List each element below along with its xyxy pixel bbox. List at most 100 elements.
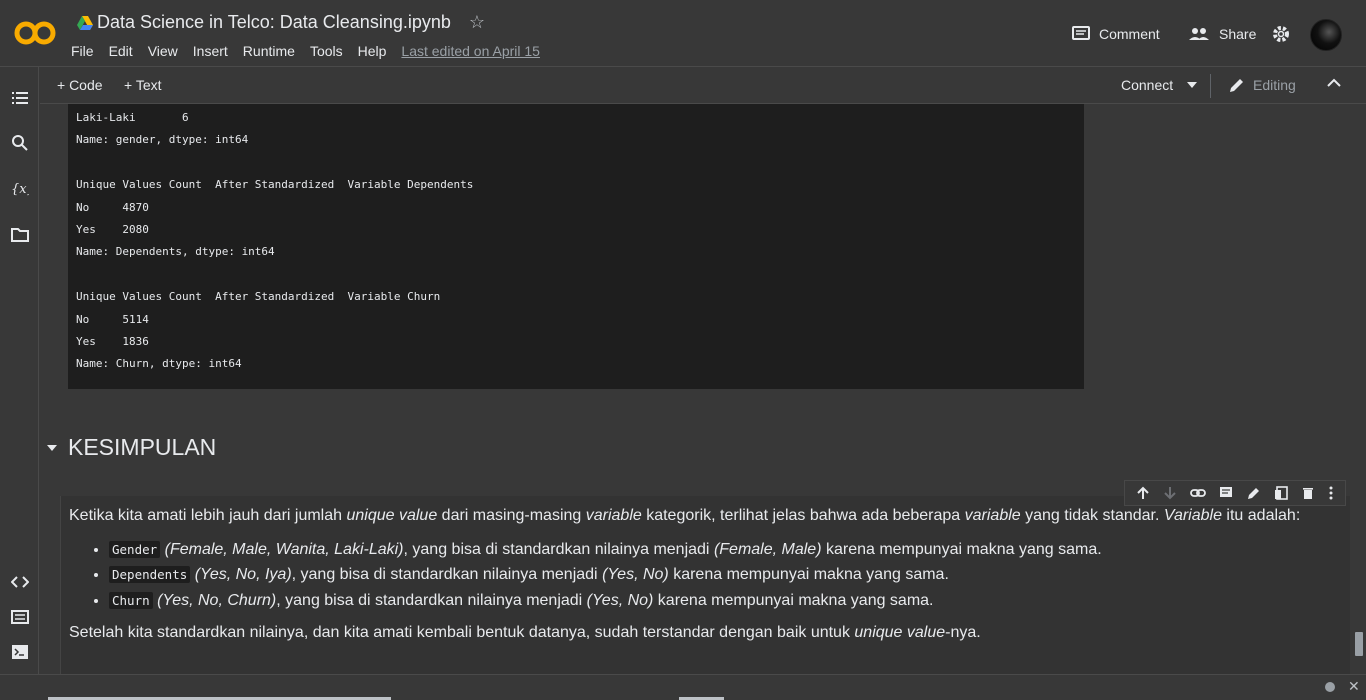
paragraph-intro: Ketika kita amati lebih jauh dari jumlah… [69, 504, 1342, 529]
comment-button[interactable]: Comment [1072, 26, 1160, 42]
text-run: kategorik, terlihat jelas bahwa ada bebe… [641, 507, 965, 524]
chevron-up-icon[interactable] [1327, 78, 1341, 88]
connect-button[interactable]: Connect [1121, 77, 1198, 93]
left-rail: {x} [0, 67, 39, 674]
inline-code: Gender [109, 540, 161, 558]
inline-code: Churn [109, 591, 153, 609]
variables-icon[interactable]: {x} [11, 179, 29, 197]
command-palette-icon[interactable] [11, 608, 29, 626]
output-line: Laki-Laki 6 [76, 111, 189, 124]
pencil-icon [1230, 79, 1243, 92]
chevron-down-icon[interactable] [1187, 82, 1198, 88]
toolbar-divider [1210, 74, 1211, 98]
scrollbar-thumb[interactable] [1355, 632, 1363, 656]
text-run-italic: (Female, Male) [713, 540, 822, 558]
cell-toolbar [1124, 480, 1346, 506]
comment-icon [1072, 26, 1090, 40]
text-run-italic: (Yes, No) [586, 591, 654, 609]
connect-label: Connect [1121, 77, 1174, 93]
text-run: , yang bisa di standardkan nilainya menj… [276, 591, 587, 609]
section-header: KESIMPULAN [46, 434, 216, 461]
list-item: Dependents (Yes, No, Iya), yang bisa di … [109, 562, 1342, 588]
star-icon[interactable]: ☆ [469, 12, 485, 33]
notebook-content: Laki-Laki 6 Name: gender, dtype: int64 U… [40, 104, 1366, 674]
more-vert-icon[interactable] [1328, 486, 1334, 500]
text-run: yang tidak standar. [1020, 507, 1164, 524]
share-button[interactable]: Share [1188, 26, 1256, 42]
terminal-icon[interactable] [11, 643, 29, 661]
text-run: karena mempunyai makna yang sama. [653, 591, 934, 609]
output-line: Name: Churn, dtype: int64 [76, 357, 242, 371]
menu-edit[interactable]: Edit [109, 43, 133, 59]
svg-text:{x}: {x} [11, 182, 29, 197]
menu-insert[interactable]: Insert [193, 43, 228, 59]
output-line: No 4870 [76, 200, 149, 214]
text-run-italic: unique value [346, 507, 438, 524]
text-cell[interactable]: Ketika kita amati lebih jauh dari jumlah… [60, 496, 1350, 674]
text-run: -nya. [945, 624, 981, 641]
section-heading: KESIMPULAN [68, 434, 217, 460]
status-bar: ✕ [0, 674, 1366, 700]
scrollbar-track[interactable] [1352, 104, 1366, 674]
edit-icon[interactable] [1247, 486, 1261, 500]
add-text-button[interactable]: + Text [124, 77, 162, 93]
move-down-icon[interactable] [1163, 486, 1177, 500]
close-icon[interactable]: ✕ [1348, 678, 1360, 695]
files-icon[interactable] [11, 226, 29, 244]
cell-output: Laki-Laki 6 Name: gender, dtype: int64 U… [68, 104, 1084, 389]
text-run: dari masing-masing [437, 507, 586, 524]
last-edited-link[interactable]: Last edited on April 15 [401, 43, 540, 59]
text-run-italic: variable [964, 507, 1021, 524]
add-code-button[interactable]: + Code [57, 77, 103, 93]
text-run-italic: (Yes, No) [602, 566, 669, 583]
colab-logo[interactable] [14, 19, 56, 47]
notebook-title[interactable]: Data Science in Telco: Data Cleansing.ip… [97, 12, 451, 33]
text-run: Setelah kita standardkan nilainya, dan k… [69, 624, 855, 641]
notebook-toolbar: + Code + Text Connect Editing [40, 67, 1366, 104]
list-item: Gender (Female, Male, Wanita, Laki-Laki)… [109, 537, 1342, 563]
text-run: itu adalah: [1221, 507, 1301, 524]
menu-help[interactable]: Help [358, 43, 387, 59]
text-run-italic: (Female, Male, Wanita, Laki-Laki) [164, 540, 404, 558]
menu-view[interactable]: View [148, 43, 178, 59]
text-run-italic: Variable [1163, 507, 1222, 524]
output-line: Name: Dependents, dtype: int64 [76, 245, 275, 259]
output-line: Name: gender, dtype: int64 [76, 133, 249, 147]
section-collapse-caret-icon[interactable] [46, 442, 58, 454]
editing-mode-button[interactable]: Editing [1229, 77, 1296, 93]
menu-file[interactable]: File [71, 43, 94, 59]
table-of-contents-icon[interactable] [11, 89, 29, 107]
output-line: No 5114 [76, 312, 149, 326]
code-snippets-icon[interactable] [11, 573, 29, 591]
text-run: karena mempunyai makna yang sama. [668, 566, 949, 583]
link-icon[interactable] [1190, 486, 1207, 500]
comment-label: Comment [1099, 26, 1160, 42]
text-run: Ketika kita amati lebih jauh dari jumlah [69, 507, 347, 524]
text-run: , yang bisa di standardkan nilainya menj… [291, 566, 603, 583]
google-drive-icon[interactable] [77, 15, 93, 30]
status-indicator-icon[interactable] [1325, 682, 1335, 692]
app-header: Data Science in Telco: Data Cleansing.ip… [0, 0, 1366, 67]
search-icon[interactable] [11, 134, 29, 152]
settings-gear-icon[interactable] [1271, 24, 1291, 44]
text-run: , yang bisa di standardkan nilainya menj… [403, 540, 714, 558]
paragraph-conclusion: Setelah kita standardkan nilainya, dan k… [69, 621, 1342, 646]
user-avatar[interactable] [1310, 19, 1342, 51]
move-up-icon[interactable] [1136, 486, 1150, 500]
menu-tools[interactable]: Tools [310, 43, 343, 59]
text-run: karena mempunyai makna yang sama. [821, 540, 1102, 558]
mirror-cell-icon[interactable] [1274, 486, 1288, 500]
delete-icon[interactable] [1301, 486, 1315, 500]
editing-label: Editing [1253, 77, 1296, 93]
text-run-italic: (Yes, No, Iya) [194, 566, 292, 583]
menu-bar: File Edit View Insert Runtime Tools Help… [71, 43, 555, 59]
inline-code: Dependents [109, 566, 191, 583]
list-item: Churn (Yes, No, Churn), yang bisa di sta… [109, 588, 1342, 614]
output-line: Yes 2080 [76, 222, 149, 236]
output-line: Yes 1836 [76, 334, 149, 348]
comment-icon[interactable] [1219, 486, 1233, 500]
menu-runtime[interactable]: Runtime [243, 43, 295, 59]
output-line: Unique Values Count After Standardized V… [76, 290, 441, 304]
text-run-italic: variable [585, 507, 642, 524]
